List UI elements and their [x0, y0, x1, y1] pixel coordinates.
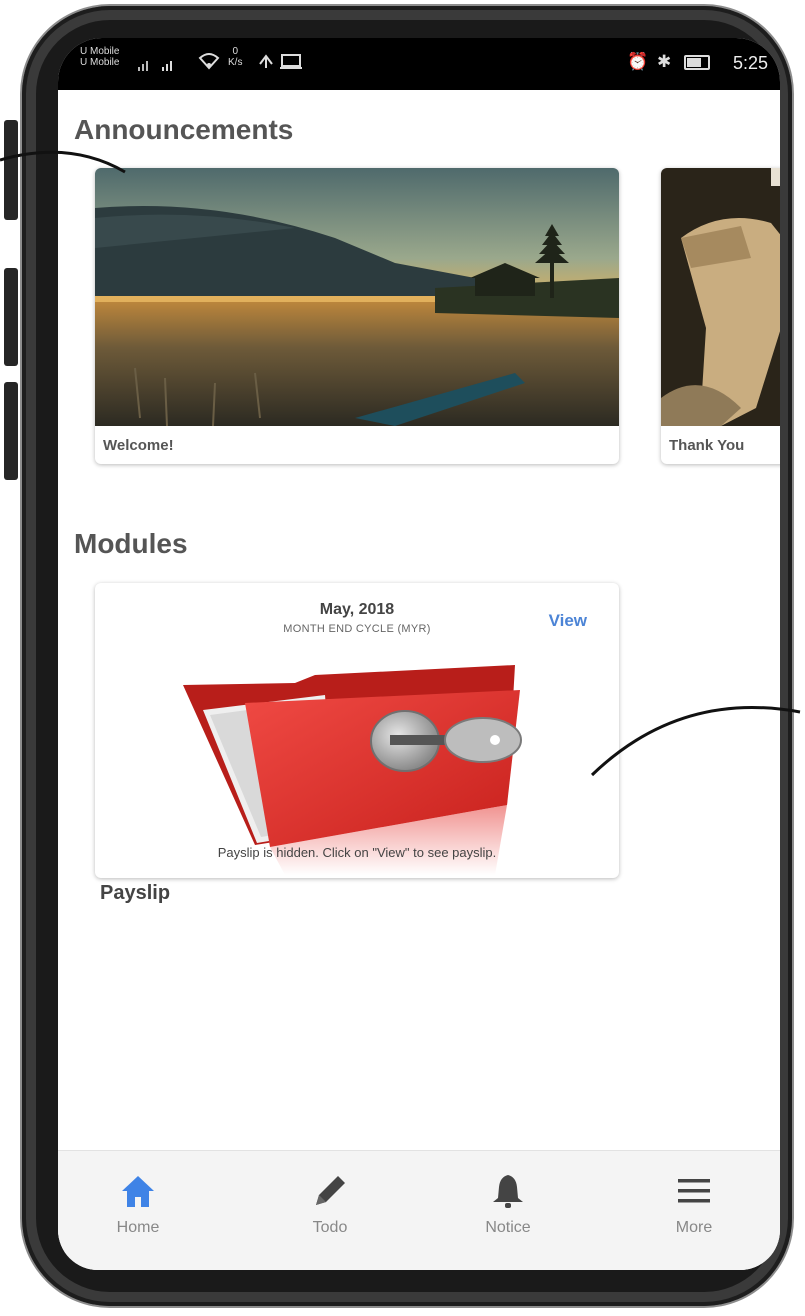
- net-speed-unit: K/s: [228, 57, 243, 68]
- announcement-card-welcome[interactable]: Welcome!: [95, 168, 619, 464]
- payslip-hidden-message: Payslip is hidden. Click on "View" to se…: [217, 845, 497, 860]
- payslip-card[interactable]: May, 2018 MONTH END CYCLE (MYR) View Pay…: [95, 583, 619, 878]
- side-button-middle: [4, 268, 18, 366]
- menu-icon: [678, 1179, 710, 1203]
- announcement-card-thank-you[interactable]: Thank You: [661, 168, 780, 464]
- announcement-caption: Thank You: [669, 437, 745, 454]
- carrier-2: U Mobile: [80, 57, 120, 68]
- statue-image: [661, 168, 780, 426]
- battery-icon: [684, 55, 710, 71]
- side-button-top: [4, 120, 18, 220]
- net-speed: 0 K/s: [228, 46, 242, 68]
- clock: 5:25: [732, 53, 768, 73]
- wifi-icon: [198, 52, 220, 74]
- alarm-icon: ⏰: [627, 52, 651, 71]
- side-button-bottom: [4, 382, 18, 480]
- announcements-title: Announcements: [74, 114, 294, 145]
- pencil-icon: [316, 1176, 345, 1205]
- usb-icon: [258, 52, 304, 74]
- view-payslip-link[interactable]: View: [549, 611, 587, 631]
- nav-more-label: More: [675, 1219, 713, 1236]
- carrier-1: U Mobile: [80, 46, 120, 57]
- status-bar: U Mobile U Mobile 0 K/s ⏰ ✱ 5:25: [58, 38, 780, 90]
- bell-icon: [493, 1175, 523, 1208]
- payslip-date: May, 2018: [319, 601, 395, 618]
- nav-notice[interactable]: Notice: [448, 1151, 568, 1270]
- modules-title: Modules: [74, 528, 188, 559]
- status-icons: ⏰ ✱: [627, 52, 710, 72]
- announcement-caption: Welcome!: [103, 437, 174, 454]
- nav-home-label: Home: [116, 1219, 160, 1236]
- payslip-cycle: MONTH END CYCLE (MYR): [283, 623, 431, 635]
- locked-folder-icon: [183, 665, 522, 875]
- lake-temple-image: [95, 168, 619, 426]
- bluetooth-icon: ✱: [657, 52, 674, 71]
- bottom-navigation: Home Todo Notice More: [58, 1150, 780, 1270]
- nav-todo[interactable]: Todo: [270, 1151, 390, 1270]
- nav-todo-label: Todo: [312, 1219, 348, 1236]
- home-icon: [122, 1176, 154, 1207]
- net-speed-value: 0: [232, 46, 238, 57]
- nav-notice-label: Notice: [485, 1219, 531, 1236]
- nav-home[interactable]: Home: [78, 1151, 198, 1270]
- payslip-module-label: Payslip: [100, 882, 171, 904]
- carrier-labels: U Mobile U Mobile: [80, 46, 119, 68]
- app-screen: U Mobile U Mobile 0 K/s ⏰ ✱ 5:25 Announc…: [58, 38, 780, 1270]
- nav-more[interactable]: More: [634, 1151, 754, 1270]
- signal-icon: [138, 56, 190, 76]
